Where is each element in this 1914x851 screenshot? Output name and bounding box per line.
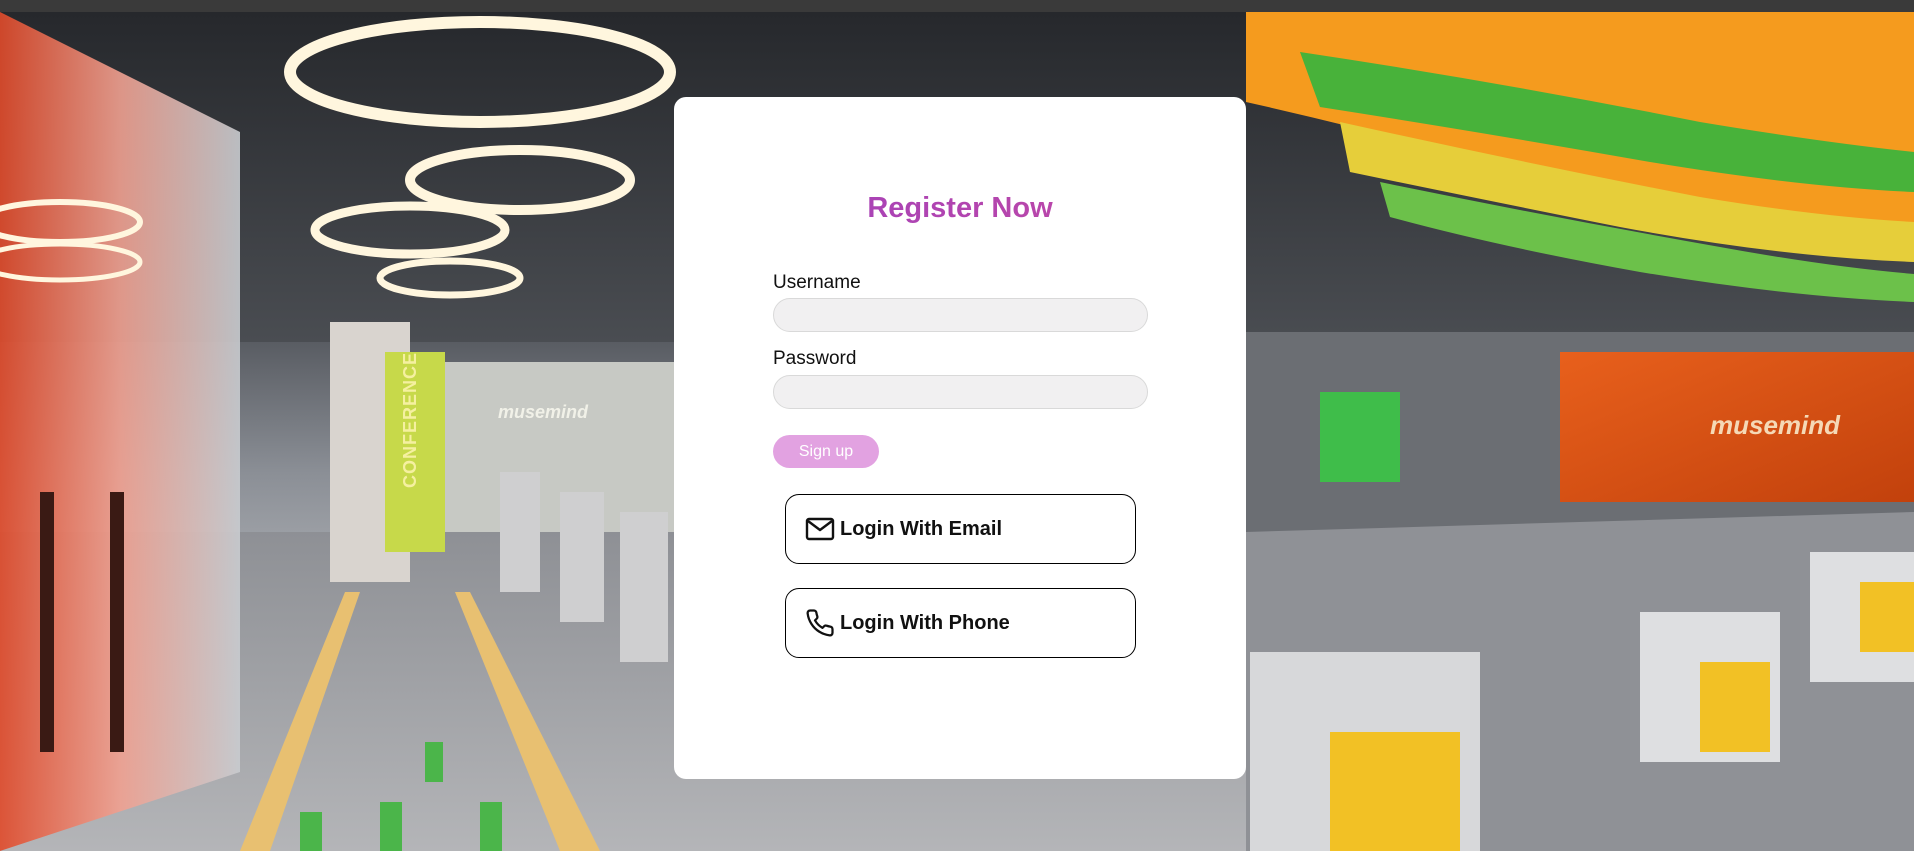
background-brand-text-right: musemind — [1710, 410, 1841, 440]
login-with-email-button[interactable]: Login With Email — [785, 494, 1136, 564]
username-input[interactable] — [773, 298, 1148, 332]
password-label: Password — [773, 348, 857, 369]
signup-button[interactable]: Sign up — [773, 435, 879, 468]
login-with-phone-label: Login With Phone — [840, 611, 1010, 634]
register-card: Register Now Username Password Sign up L… — [674, 97, 1246, 779]
background-brand-text-left: musemind — [498, 402, 589, 422]
background-conference-sign: CONFERENCE — [400, 352, 420, 489]
mail-icon — [804, 513, 836, 545]
username-label: Username — [773, 272, 861, 293]
login-with-phone-button[interactable]: Login With Phone — [785, 588, 1136, 658]
login-with-email-label: Login With Email — [840, 517, 1003, 540]
browser-top-strip — [0, 0, 1914, 12]
password-input[interactable] — [773, 375, 1148, 409]
phone-icon — [804, 607, 836, 639]
register-title: Register Now — [674, 192, 1246, 225]
